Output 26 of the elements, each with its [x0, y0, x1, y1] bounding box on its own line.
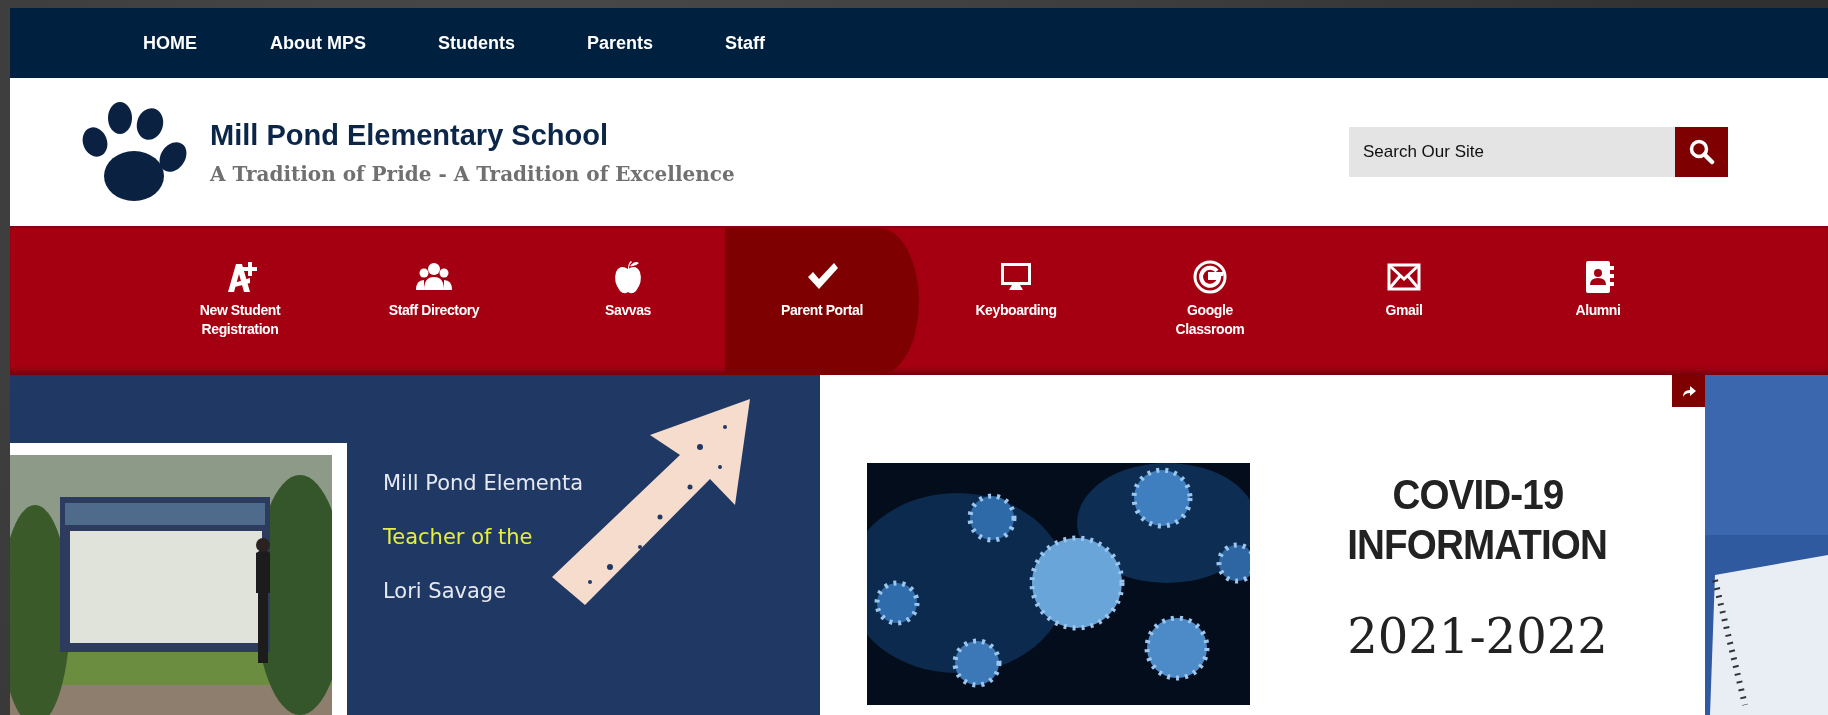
slide-subheading: 2021-2022: [1347, 608, 1608, 664]
quick-link[interactable]: Alumni: [1501, 228, 1695, 375]
share-icon: [1681, 385, 1696, 397]
quick-link[interactable]: Staff Directory: [337, 228, 531, 375]
share-button[interactable]: [1672, 375, 1705, 407]
search-icon: [1688, 139, 1715, 165]
nav-link[interactable]: Parents: [551, 8, 690, 78]
slide-text: Mill Pond Elementa: [383, 471, 584, 495]
school-tagline: A Tradition of Pride - A Tradition of Excellence: [210, 161, 735, 186]
quick-link[interactable]: Keyboarding: [919, 228, 1113, 375]
nav-link[interactable]: Staff: [689, 8, 802, 78]
nav-link[interactable]: About MPS: [234, 8, 402, 78]
quick-link[interactable]: Parent Portal: [725, 228, 919, 375]
slide-heading: COVID-19: [1392, 470, 1563, 520]
search-field[interactable]: Search Our Site: [1349, 127, 1675, 177]
quick-link[interactable]: Google Classroom: [1113, 228, 1307, 375]
search-button[interactable]: [1675, 127, 1728, 177]
slide-heading: INFORMATION: [1347, 520, 1608, 570]
quick-link[interactable]: Gmail: [1307, 228, 1501, 375]
quick-link[interactable]: Savvas: [531, 228, 725, 375]
nav-link[interactable]: Students: [402, 8, 551, 78]
school-name[interactable]: Mill Pond Elementary School: [210, 118, 735, 152]
slide-text: Teacher of the: [383, 525, 534, 549]
letter-g-icon: [1192, 260, 1228, 296]
quick-link[interactable]: New Student Registration: [143, 228, 337, 375]
slide-text: Lori Savage: [383, 579, 508, 603]
